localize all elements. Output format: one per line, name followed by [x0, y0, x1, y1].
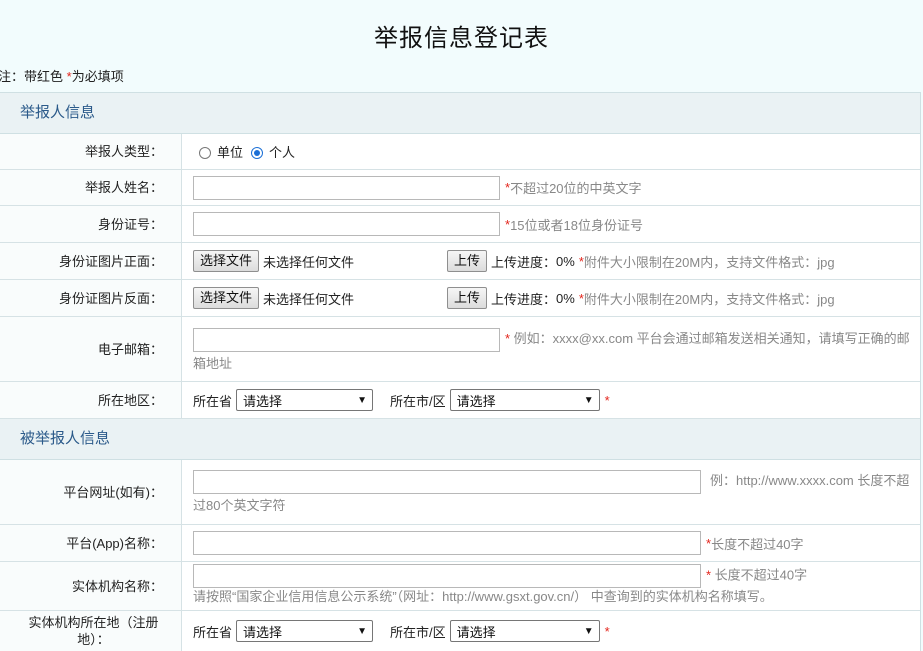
platform-url-row: 平台网址(如有)： 例：http://www.xxxx.com 长度不超过80个… — [0, 460, 920, 525]
radio-person-label: 个人 — [269, 145, 296, 160]
id-front-choose-button[interactable]: 选择文件 — [193, 250, 260, 272]
platform-url-input[interactable] — [193, 469, 701, 494]
radio-org-label: 单位 — [217, 145, 244, 160]
region-province-select[interactable]: 请选择 ▼ — [236, 389, 374, 411]
platform-name-hint: 长度不超过40字 — [711, 536, 804, 552]
region-row: 所在地区： 所在省 请选择 ▼ 所在市/区 请选择 ▼ * — [0, 382, 920, 419]
id-front-progress-label: 上传进度： — [491, 254, 557, 270]
reporter-name-label: 举报人姓名： — [0, 170, 182, 205]
id-front-no-file: 未选择任何文件 — [263, 254, 355, 270]
id-back-progress: 0% — [556, 290, 575, 306]
id-front-label: 身份证图片正面： — [0, 243, 182, 279]
entity-province-select[interactable]: 请选择 ▼ — [236, 620, 374, 642]
id-back-label: 身份证图片反面： — [0, 280, 182, 316]
id-front-upload-button[interactable]: 上传 — [447, 250, 488, 272]
chevron-down-icon: ▼ — [583, 625, 594, 637]
id-number-field: * 15位或者18位身份证号 — [182, 206, 920, 242]
region-label: 所在地区： — [0, 382, 182, 418]
entity-province-label: 所在省 — [193, 624, 233, 640]
required-note: 注：带红色 *为必填项 — [0, 66, 124, 85]
id-back-choose-button[interactable]: 选择文件 — [193, 287, 260, 309]
reporter-name-row: 举报人姓名： * 不超过20位的中英文字 — [0, 170, 920, 206]
note-suffix: 为必填项 — [71, 69, 124, 84]
entity-name-hint-2: 请按照“国家企业信用信息公示系统”（网址：http://www.gsxt.gov… — [193, 589, 773, 604]
region-field: 所在省 请选择 ▼ 所在市/区 请选择 ▼ * — [182, 382, 920, 418]
reporter-type-field: 单位 个人 — [182, 134, 920, 169]
email-field: * 例如：xxxx@xx.com 平台会通过邮箱发送相关通知，请填写正确的邮箱地… — [182, 317, 920, 381]
id-back-no-file: 未选择任何文件 — [263, 291, 355, 307]
note-prefix: 注：带红色 — [0, 69, 67, 84]
region-province-value: 请选择 — [243, 393, 283, 409]
entity-name-field: * 长度不超过40字 请按照“国家企业信用信息公示系统”（网址：http://w… — [182, 562, 920, 610]
radio-person[interactable] — [251, 146, 264, 159]
id-back-upload-button[interactable]: 上传 — [447, 287, 488, 309]
reporter-name-input[interactable] — [193, 175, 500, 200]
id-back-hint: 附件大小限制在20M内，支持文件格式：jpg — [583, 291, 835, 307]
id-number-input[interactable] — [193, 212, 500, 236]
reporter-type-row: 举报人类型： 单位 个人 — [0, 134, 920, 170]
id-number-row: 身份证号： * 15位或者18位身份证号 — [0, 206, 920, 243]
page-title: 举报信息登记表 — [374, 24, 549, 52]
region-city-label: 所在市/区 — [390, 393, 446, 409]
entity-city-value: 请选择 — [456, 624, 496, 640]
email-label: 电子邮箱： — [0, 317, 182, 381]
chevron-down-icon: ▼ — [583, 394, 594, 406]
entity-name-hint: 长度不超过40字 — [711, 567, 808, 583]
id-back-row: 身份证图片反面： 选择文件 未选择任何文件 上传 上传进度： 0% * 附件大小限… — [0, 280, 920, 317]
reporter-section-heading: 举报人信息 — [0, 93, 920, 134]
entity-location-required: * — [604, 623, 610, 639]
radio-org[interactable] — [199, 146, 211, 159]
reporter-name-field: * 不超过20位的中英文字 — [182, 170, 920, 205]
chevron-down-icon: ▼ — [357, 625, 368, 637]
region-city-select[interactable]: 请选择 ▼ — [449, 389, 600, 411]
report-form: 举报人信息 举报人类型： 单位 个人 举报人姓名： * 不超过20位的中英文字 … — [0, 92, 921, 651]
entity-name-input[interactable] — [193, 564, 701, 588]
id-front-progress: 0% — [556, 253, 575, 269]
email-input[interactable] — [193, 327, 500, 352]
id-front-field: 选择文件 未选择任何文件 上传 上传进度： 0% * 附件大小限制在20M内，支持… — [182, 243, 920, 279]
entity-city-label: 所在市/区 — [390, 624, 446, 640]
entity-name-label: 实体机构名称： — [0, 562, 182, 610]
entity-location-row: 实体机构所在地（注册地）： 所在省 请选择 ▼ 所在市/区 请选择 ▼ * — [0, 611, 920, 651]
entity-city-select[interactable]: 请选择 ▼ — [449, 620, 600, 642]
reporter-type-label: 举报人类型： — [0, 134, 182, 169]
chevron-down-icon: ▼ — [357, 394, 368, 406]
id-back-field: 选择文件 未选择任何文件 上传 上传进度： 0% * 附件大小限制在20M内，支持… — [182, 280, 920, 316]
entity-province-value: 请选择 — [243, 624, 283, 640]
entity-location-field: 所在省 请选择 ▼ 所在市/区 请选择 ▼ * — [182, 611, 920, 651]
id-number-label: 身份证号： — [0, 206, 182, 242]
reported-section-heading: 被举报人信息 — [0, 419, 920, 460]
email-row: 电子邮箱： * 例如：xxxx@xx.com 平台会通过邮箱发送相关通知，请填写… — [0, 317, 920, 382]
region-province-label: 所在省 — [193, 393, 233, 409]
region-city-value: 请选择 — [456, 393, 496, 409]
id-back-progress-label: 上传进度： — [491, 291, 557, 307]
platform-name-row: 平台(App)名称： * 长度不超过40字 — [0, 525, 920, 562]
region-required: * — [604, 392, 610, 408]
id-front-row: 身份证图片正面： 选择文件 未选择任何文件 上传 上传进度： 0% * 附件大小限… — [0, 243, 920, 280]
id-number-hint: 15位或者18位身份证号 — [510, 217, 643, 233]
platform-url-field: 例：http://www.xxxx.com 长度不超过80个英文字符 — [182, 460, 920, 524]
platform-url-label: 平台网址(如有)： — [0, 460, 182, 524]
platform-name-field: * 长度不超过40字 — [182, 525, 920, 561]
id-front-hint: 附件大小限制在20M内，支持文件格式：jpg — [583, 254, 835, 270]
platform-name-input[interactable] — [193, 531, 701, 555]
reporter-name-hint: 不超过20位的中英文字 — [510, 181, 642, 196]
entity-name-row: 实体机构名称： * 长度不超过40字 请按照“国家企业信用信息公示系统”（网址：… — [0, 562, 920, 611]
entity-location-label: 实体机构所在地（注册地）： — [0, 611, 182, 651]
platform-name-label: 平台(App)名称： — [0, 525, 182, 561]
